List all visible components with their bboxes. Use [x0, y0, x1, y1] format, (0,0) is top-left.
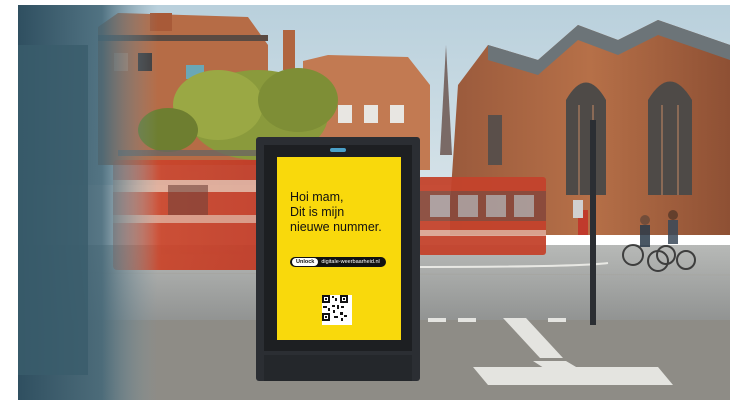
photo-scene: Hoi mam, Dit is mijn nieuwe nummer. Unlo… — [18, 5, 730, 400]
poster-url: digitale-weerbaarheid.nl — [321, 259, 380, 265]
poster: Hoi mam, Dit is mijn nieuwe nummer. Unlo… — [277, 157, 401, 340]
headline-line-1: Hoi mam, — [290, 190, 344, 204]
poster-cta-bar: Unlock digitale-weerbaarheid.nl — [290, 257, 386, 267]
qr-code-icon — [322, 295, 352, 325]
unlock-label: Unlock — [292, 258, 319, 266]
headline-line-2: Dit is mijn — [290, 205, 345, 219]
poster-headline: Hoi mam, Dit is mijn nieuwe nummer. — [290, 190, 396, 235]
headline-line-3: nieuwe nummer. — [290, 220, 382, 234]
street-pole — [590, 120, 596, 325]
